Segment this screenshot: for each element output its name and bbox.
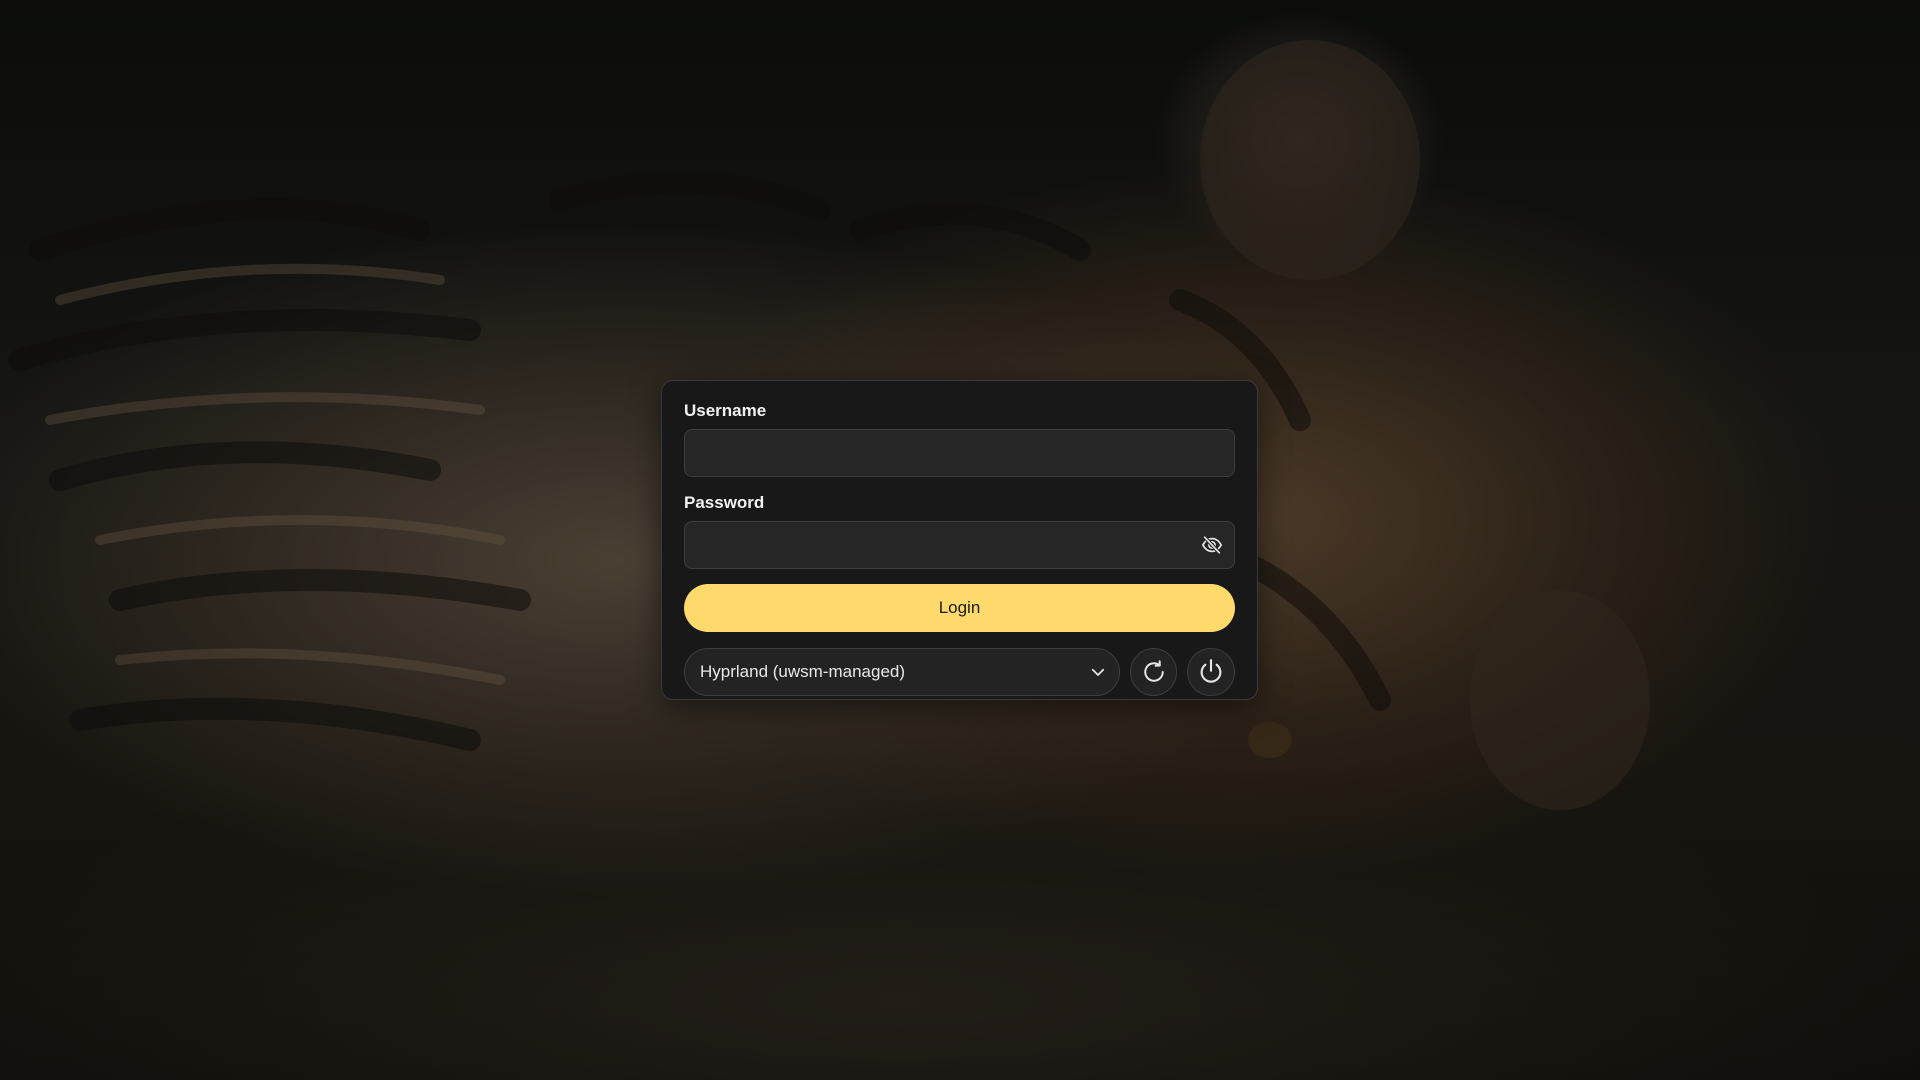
power-button[interactable] [1187, 648, 1236, 696]
power-icon [1200, 659, 1222, 683]
password-label: Password [684, 493, 765, 512]
chevron-down-icon [1091, 668, 1105, 676]
login-card: Username Password Login Hyprland (uwsm-m… [661, 380, 1258, 700]
session-select[interactable]: Hyprland (uwsm-managed) [684, 648, 1120, 696]
password-input[interactable] [684, 521, 1235, 569]
reboot-icon [1143, 660, 1164, 682]
session-row: Hyprland (uwsm-managed) [684, 648, 1236, 696]
username-input[interactable] [684, 429, 1235, 477]
password-visibility-toggle[interactable] [1197, 530, 1227, 560]
username-label: Username [684, 401, 767, 420]
login-button[interactable]: Login [684, 584, 1235, 632]
password-field [684, 521, 1235, 569]
eye-off-icon [1201, 535, 1223, 555]
username-field [684, 429, 1235, 477]
reboot-button[interactable] [1129, 648, 1178, 696]
session-select-value: Hyprland (uwsm-managed) [700, 662, 906, 681]
